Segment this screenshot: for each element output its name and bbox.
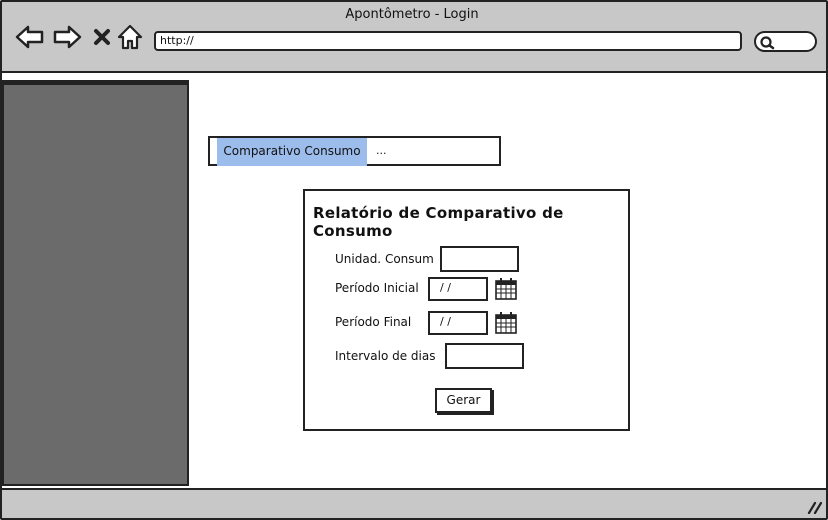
sidebar xyxy=(2,83,189,486)
forward-arrow-icon[interactable] xyxy=(52,22,82,52)
calendar-icon[interactable] xyxy=(494,277,518,301)
periodo-inicial-input[interactable]: / / xyxy=(428,277,488,301)
tab-more[interactable]: ... xyxy=(376,138,416,166)
url-input[interactable]: http:// xyxy=(154,31,742,51)
periodo-inicial-label: Período Inicial xyxy=(335,281,419,295)
tab-comparativo-consumo[interactable]: Comparativo Consumo xyxy=(217,138,367,166)
search-input[interactable] xyxy=(754,31,817,52)
resize-grip-icon[interactable] xyxy=(806,500,822,514)
search-icon xyxy=(760,36,775,50)
intervalo-dias-label: Intervalo de dias xyxy=(335,349,436,363)
calendar-icon[interactable] xyxy=(494,311,518,335)
unidad-consum-label: Unidad. Consum xyxy=(335,252,434,266)
periodo-final-input[interactable]: / / xyxy=(428,311,488,335)
panel-title: Relatório de Comparativo de Consumo xyxy=(313,204,564,240)
periodo-final-label: Período Final xyxy=(335,315,412,329)
back-arrow-icon[interactable] xyxy=(15,22,45,52)
unidad-consum-input[interactable] xyxy=(440,246,519,272)
gerar-button[interactable]: Gerar xyxy=(435,388,492,413)
close-icon[interactable] xyxy=(87,22,117,52)
window-title: Apontômetro - Login xyxy=(345,7,479,22)
status-bar xyxy=(2,488,826,518)
intervalo-dias-input[interactable] xyxy=(445,343,524,369)
home-icon[interactable] xyxy=(115,22,145,52)
